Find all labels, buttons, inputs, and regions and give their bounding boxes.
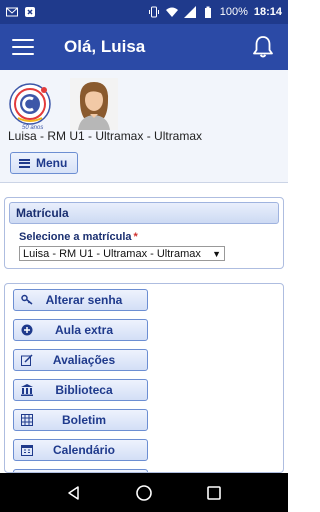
plus-circle-icon xyxy=(21,324,33,336)
change-password-label: Alterar senha xyxy=(45,293,123,307)
battery-percent: 100% xyxy=(219,6,248,18)
menu-button-label: Menu xyxy=(36,156,68,170)
profile-header: 50 anos Luisa - RM U1 - Ultramax - Ultra… xyxy=(0,70,288,182)
battery-icon xyxy=(204,6,211,18)
wifi-icon xyxy=(165,7,178,17)
notification-app-icon xyxy=(25,7,35,17)
back-icon[interactable] xyxy=(66,485,82,501)
calendar-button[interactable]: Calendário xyxy=(13,439,148,461)
bell-icon[interactable] xyxy=(250,34,276,60)
avatar xyxy=(70,78,118,130)
extra-class-button[interactable]: Aula extra xyxy=(13,319,148,341)
table-icon xyxy=(21,414,33,426)
report-card-label: Boletim xyxy=(61,413,106,427)
system-nav-bar xyxy=(0,473,288,512)
student-enrollment-text: Luisa - RM U1 - Ultramax - Ultramax xyxy=(8,129,203,143)
school-logo xyxy=(9,83,51,125)
vibrate-icon xyxy=(148,6,159,18)
menu-button[interactable]: Menu xyxy=(10,152,78,174)
report-card-button[interactable]: Boletim xyxy=(13,409,148,431)
signal-icon xyxy=(183,6,196,18)
enrollment-select[interactable]: Luisa - RM U1 - Ultramax - Ultramax ▼ xyxy=(19,246,225,261)
select-label-text: Selecione a matrícula xyxy=(19,231,132,243)
home-icon[interactable] xyxy=(135,484,153,502)
app-bar: Olá, Luisa xyxy=(0,24,288,70)
page-title: Olá, Luisa xyxy=(64,37,146,56)
hamburger-menu-icon[interactable] xyxy=(12,39,34,55)
status-bar: 100% 18:14 xyxy=(0,0,288,24)
change-password-button[interactable]: Alterar senha xyxy=(13,289,148,311)
key-icon xyxy=(21,294,33,305)
edit-icon xyxy=(21,354,33,366)
recents-icon[interactable] xyxy=(206,485,222,501)
calendar-label: Calendário xyxy=(52,443,115,457)
calendar-icon xyxy=(21,445,33,456)
extra-class-label: Aula extra xyxy=(54,323,114,337)
required-mark: * xyxy=(133,231,138,243)
enrollment-select-label: Selecione a matrícula * xyxy=(19,231,283,243)
enrollment-selected-value: Luisa - RM U1 - Ultramax - Ultramax xyxy=(23,247,201,260)
dropdown-arrow-icon: ▼ xyxy=(212,248,221,259)
library-label: Biblioteca xyxy=(55,383,113,397)
menu-icon xyxy=(19,158,30,168)
email-icon xyxy=(6,7,18,17)
enrollment-panel: Matrícula Selecione a matrícula * Luisa -… xyxy=(4,197,284,269)
enrollment-panel-title: Matrícula xyxy=(9,202,279,224)
assessments-button[interactable]: Avaliações xyxy=(13,349,148,371)
divider xyxy=(0,182,288,183)
clock: 18:14 xyxy=(253,6,282,18)
library-button[interactable]: Biblioteca xyxy=(13,379,148,401)
actions-panel: Alterar senha Aula extra Avaliações Bibl… xyxy=(4,283,284,473)
library-icon xyxy=(21,384,33,396)
assessments-label: Avaliações xyxy=(52,353,116,367)
